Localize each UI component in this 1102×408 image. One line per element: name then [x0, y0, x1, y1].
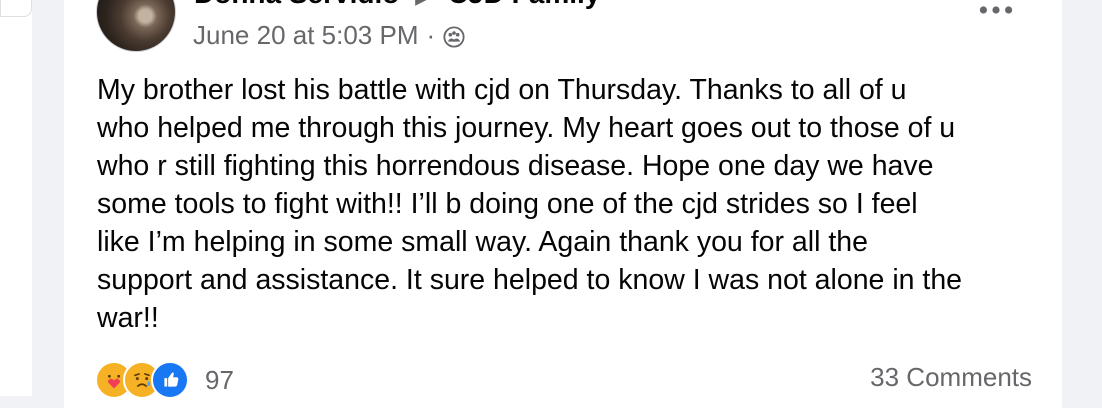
group-arrow-icon: ▶	[415, 0, 432, 8]
comments-count-link[interactable]: 33 Comments	[870, 362, 1032, 393]
group-name[interactable]: CJD Family	[448, 0, 601, 9]
author-header: Donna Servidio ▶ CJD Family	[194, 0, 600, 10]
author-name[interactable]: Donna Servidio	[194, 0, 399, 9]
group-audience-icon[interactable]	[443, 24, 465, 48]
post-text-line: like I’m helping in some small way. Agai…	[97, 226, 868, 258]
post-text-line: who r still fighting this horrendous dis…	[97, 150, 934, 182]
author-avatar[interactable]	[96, 0, 176, 52]
post-text-line: some tools to fight with!! I’ll b doing …	[97, 188, 918, 220]
left-panel	[0, 0, 32, 396]
post-body: My brother lost his battle with cjd on T…	[97, 71, 1047, 337]
like-reaction-icon	[151, 361, 189, 399]
post-meta: June 20 at 5:03 PM ·	[193, 19, 465, 51]
post-text-line: war!!	[97, 302, 159, 334]
left-panel-stub	[0, 0, 32, 17]
more-options-button[interactable]	[964, 0, 1028, 32]
reactions-summary[interactable]: 97	[95, 359, 234, 401]
post-timestamp[interactable]: June 20 at 5:03 PM	[193, 20, 418, 51]
post-card: Donna Servidio ▶ CJD Family June 20 at 5…	[64, 0, 1062, 408]
post-text-line: My brother lost his battle with cjd on T…	[97, 74, 907, 106]
meta-separator: ·	[426, 19, 436, 50]
more-options-icon	[978, 3, 1014, 21]
reaction-count[interactable]: 97	[205, 365, 234, 396]
post-text-line: who helped me through this journey. My h…	[97, 112, 956, 144]
post-text-line: support and assistance. It sure helped t…	[97, 264, 963, 296]
